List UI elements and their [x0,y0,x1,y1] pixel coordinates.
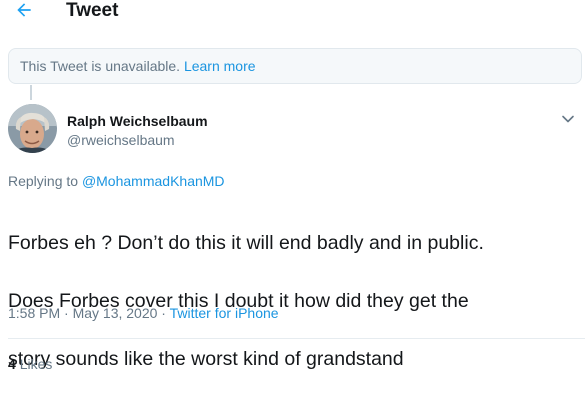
tweet-text-line: Forbes eh ? Don’t do this it will end ba… [8,232,484,254]
divider [8,338,585,339]
tweet-source-link[interactable]: Twitter for iPhone [170,305,279,321]
tweet-text-line: story sounds like the worst kind of gran… [8,348,404,370]
profile-photo-icon [8,104,57,153]
chevron-down-icon [562,115,574,123]
avatar[interactable] [8,104,57,153]
likes-label: Likes [19,356,53,372]
unavailable-text: This Tweet is unavailable. [20,58,181,74]
author-handle[interactable]: @rweichselbaum [67,131,175,149]
tweet-menu-button[interactable] [560,111,576,127]
replying-mention-link[interactable]: @MohammadKhanMD [82,173,225,189]
replying-prefix: Replying to [8,173,79,189]
likes-stat[interactable]: 4 Likes [8,355,52,373]
thread-connector-line [30,85,32,100]
learn-more-link[interactable]: Learn more [184,58,256,74]
likes-count: 4 [8,356,16,372]
page-title: Tweet [66,0,119,21]
tweet-timestamp[interactable]: 1:58 PM · May 13, 2020 · [8,305,166,321]
replying-to: Replying to @MohammadKhanMD [8,172,225,190]
arrow-left-icon [17,3,31,17]
author-name[interactable]: Ralph Weichselbaum [67,112,208,130]
page-header: Tweet [0,0,585,28]
tweet-unavailable-notice: This Tweet is unavailable. Learn more [8,48,582,84]
back-button[interactable] [8,0,40,26]
tweet-text: Forbes eh ? Don’t do this it will end ba… [8,200,583,403]
tweet-metadata: 1:58 PM · May 13, 2020 · Twitter for iPh… [8,304,279,322]
